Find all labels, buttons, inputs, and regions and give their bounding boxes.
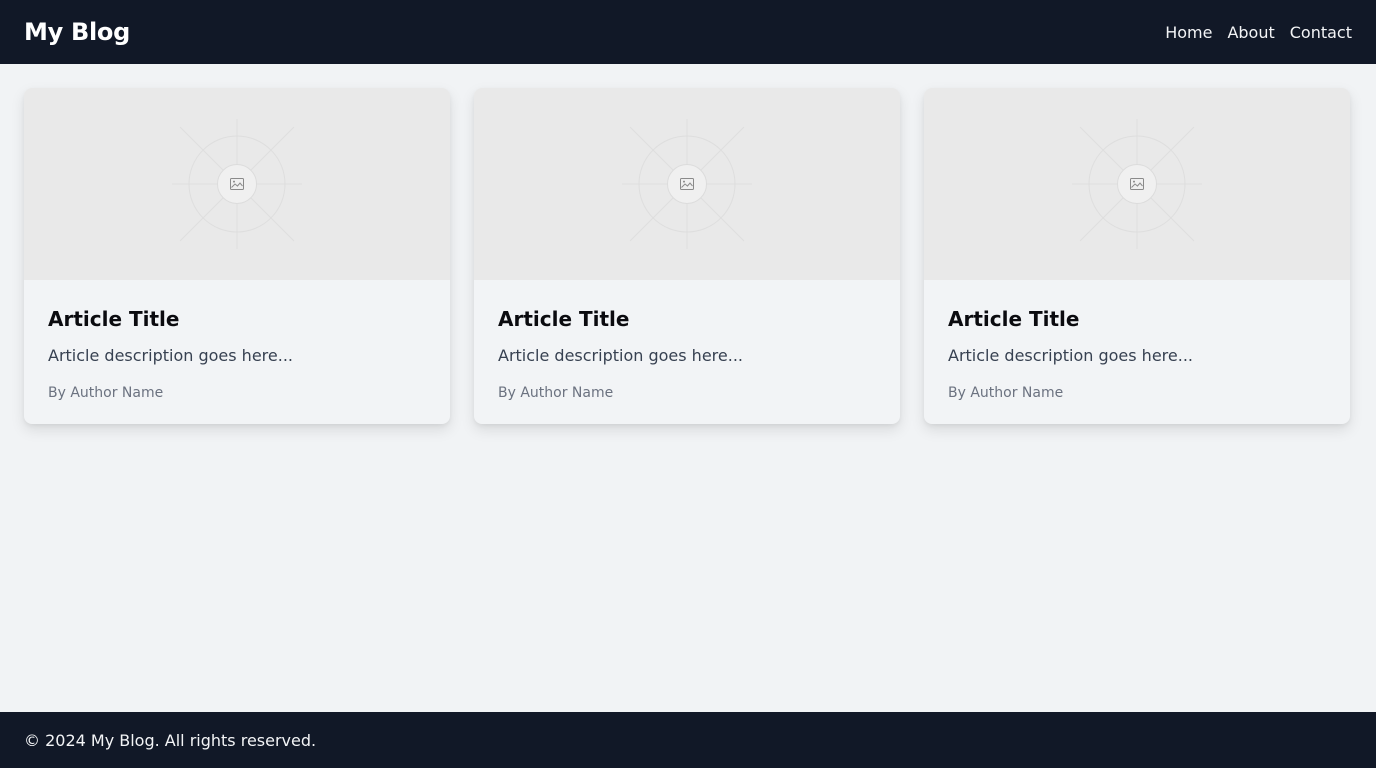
article-card[interactable]: Article Title Article description goes h… — [924, 88, 1350, 424]
main-nav: Home About Contact — [1165, 23, 1352, 42]
article-image-placeholder — [474, 88, 900, 280]
article-title[interactable]: Article Title — [948, 305, 1326, 333]
card-body: Article Title Article description goes h… — [474, 280, 900, 403]
article-title[interactable]: Article Title — [48, 305, 426, 333]
article-author: By Author Name — [948, 385, 1064, 401]
article-author: By Author Name — [48, 385, 164, 401]
article-image-placeholder — [924, 88, 1350, 280]
article-grid: Article Title Article description goes h… — [24, 88, 1352, 424]
article-title[interactable]: Article Title — [498, 305, 876, 333]
image-placeholder-icon — [217, 164, 257, 204]
nav-about-link[interactable]: About — [1227, 23, 1274, 42]
article-card[interactable]: Article Title Article description goes h… — [474, 88, 900, 424]
article-image-placeholder — [24, 88, 450, 280]
site-title[interactable]: My Blog — [24, 18, 130, 46]
nav-contact-link[interactable]: Contact — [1290, 23, 1352, 42]
article-description: Article description goes here... — [498, 346, 743, 365]
card-body: Article Title Article description goes h… — [924, 280, 1350, 403]
site-footer: © 2024 My Blog. All rights reserved. — [0, 712, 1376, 768]
image-placeholder-icon — [667, 164, 707, 204]
article-description: Article description goes here... — [948, 346, 1193, 365]
card-body: Article Title Article description goes h… — [24, 280, 450, 403]
article-card[interactable]: Article Title Article description goes h… — [24, 88, 450, 424]
footer-copyright: © 2024 My Blog. All rights reserved. — [24, 730, 317, 750]
site-header: My Blog Home About Contact — [0, 0, 1376, 64]
nav-home-link[interactable]: Home — [1165, 23, 1212, 42]
image-placeholder-icon — [1117, 164, 1157, 204]
article-author: By Author Name — [498, 385, 614, 401]
article-description: Article description goes here... — [48, 346, 293, 365]
